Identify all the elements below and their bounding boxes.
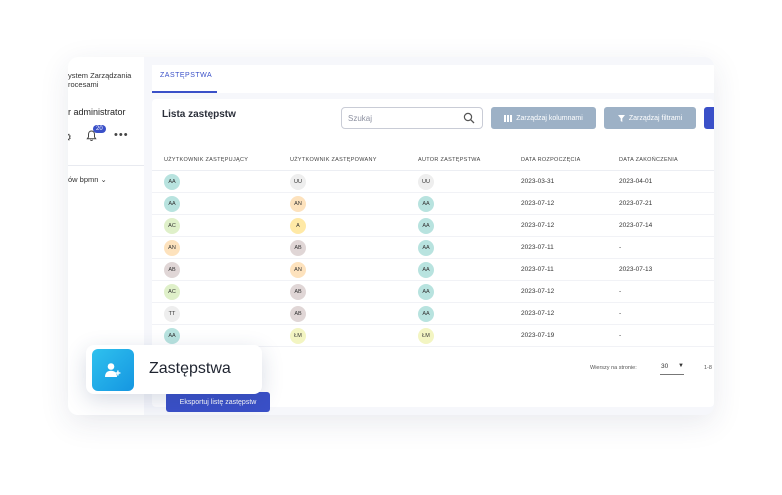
- sidebar-divider: [68, 165, 144, 166]
- manage-filters-label: Zarządzaj filtrami: [628, 114, 683, 122]
- avatar-substituted: AB: [290, 284, 306, 300]
- cell-start-date: 2023-07-12: [521, 222, 555, 229]
- cell-end-date: -: [619, 288, 622, 295]
- active-tab-indicator: [152, 91, 217, 93]
- system-title-line1: ystem Zarządzania: [68, 71, 132, 80]
- sidebar-item-processes[interactable]: ów bpmn ⌄: [68, 175, 107, 184]
- user-plus-icon: [92, 349, 134, 391]
- more-icon[interactable]: •••: [114, 129, 129, 141]
- cell-start-date: 2023-07-11: [521, 244, 554, 251]
- rows-per-page-select[interactable]: 30 ▼: [660, 360, 684, 375]
- avatar-substituted: AB: [290, 240, 306, 256]
- cell-end-date: 2023-04-01: [619, 178, 653, 185]
- cell-end-date: 2023-07-13: [619, 266, 653, 273]
- avatar-substituted: UU: [290, 174, 306, 190]
- avatar-author: AA: [418, 240, 434, 256]
- sidebar-icons: ⚙ 20 •••: [68, 125, 144, 147]
- table-row[interactable]: AB AN AA 2023-07-11 2023-07-13: [152, 259, 714, 281]
- manage-columns-label: Zarządzaj kolumnami: [516, 114, 583, 122]
- avatar-substitute: AB: [164, 262, 180, 278]
- avatar-substitute: AC: [164, 284, 180, 300]
- column-header-substituted[interactable]: UŻYTKOWNIK ZASTĘPOWANY: [290, 157, 377, 163]
- avatar-substituted: AN: [290, 196, 306, 212]
- avatar-substitute: AA: [164, 174, 180, 190]
- settings-icon[interactable]: ⚙: [68, 131, 72, 144]
- cell-end-date: 2023-07-14: [619, 222, 653, 229]
- pagination-range: 1-8: [704, 365, 712, 371]
- manage-filters-button[interactable]: Zarządzaj filtrami: [604, 107, 696, 129]
- avatar-substituted: AB: [290, 306, 306, 322]
- table-row[interactable]: AA ŁM ŁM 2023-07-19 -: [152, 325, 714, 347]
- export-button[interactable]: Eksportuj listę zastępstw: [166, 392, 270, 412]
- column-header-start-date[interactable]: DATA ROZPOCZĘCIA: [521, 157, 581, 163]
- avatar-substitute: AC: [164, 218, 180, 234]
- table-row[interactable]: AA UU UU 2023-03-31 2023-04-01: [152, 171, 714, 193]
- table-row[interactable]: AN AB AA 2023-07-11 -: [152, 237, 714, 259]
- avatar-substitute: AA: [164, 328, 180, 344]
- callout-label: Zastępstwa: [149, 360, 231, 377]
- stage: ystem Zarządzania rocesami r administrat…: [0, 0, 782, 495]
- caret-down-icon: ▼: [678, 363, 684, 369]
- cell-end-date: 2023-07-21: [619, 200, 653, 207]
- table-row[interactable]: TT AB AA 2023-07-12 -: [152, 303, 714, 325]
- avatar-author: ŁM: [418, 328, 434, 344]
- cell-start-date: 2023-07-12: [521, 288, 555, 295]
- table-row[interactable]: AC A AA 2023-07-12 2023-07-14: [152, 215, 714, 237]
- notification-badge: 20: [93, 125, 106, 133]
- avatar-author: AA: [418, 284, 434, 300]
- avatar-author: AA: [418, 218, 434, 234]
- feature-callout: Zastępstwa: [86, 345, 262, 394]
- avatar-substituted: A: [290, 218, 306, 234]
- cell-end-date: -: [619, 332, 622, 339]
- avatar-author: UU: [418, 174, 434, 190]
- cell-start-date: 2023-07-12: [521, 200, 555, 207]
- rows-per-page-value: 30: [661, 363, 669, 370]
- cell-start-date: 2023-07-11: [521, 266, 554, 273]
- avatar-substituted: ŁM: [290, 328, 306, 344]
- card-title: Lista zastępstw: [162, 109, 236, 120]
- rows-per-page-label: Wierszy na stronie:: [590, 365, 637, 371]
- avatar-substitute: AN: [164, 240, 180, 256]
- avatar-author: AA: [418, 262, 434, 278]
- cell-end-date: -: [619, 244, 622, 251]
- search-icon[interactable]: [463, 112, 475, 124]
- column-header-author[interactable]: AUTOR ZASTĘPSTWA: [418, 157, 481, 163]
- avatar-author: AA: [418, 306, 434, 322]
- cell-start-date: 2023-07-19: [521, 332, 555, 339]
- sidebar-item-label: ów bpmn: [68, 175, 99, 184]
- tab-bar: ZASTĘPSTWA: [152, 65, 714, 93]
- table-header: UŻYTKOWNIK ZASTĘPUJĄCY UŻYTKOWNIK ZASTĘP…: [152, 149, 714, 171]
- cell-start-date: 2023-07-12: [521, 310, 555, 317]
- avatar-substitute: TT: [164, 306, 180, 322]
- column-header-substitute[interactable]: UŻYTKOWNIK ZASTĘPUJĄCY: [164, 157, 248, 163]
- column-header-end-date[interactable]: DATA ZAKOŃCZENIA: [619, 157, 678, 163]
- admin-label: r administrator: [68, 107, 126, 117]
- table-row[interactable]: AA AN AA 2023-07-12 2023-07-21: [152, 193, 714, 215]
- cell-start-date: 2023-03-31: [521, 178, 555, 185]
- avatar-substituted: AN: [290, 262, 306, 278]
- avatar-substitute: AA: [164, 196, 180, 212]
- system-title-line2: rocesami: [68, 80, 99, 89]
- manage-columns-button[interactable]: Zarządzaj kolumnami: [491, 107, 596, 129]
- search-field[interactable]: [341, 107, 483, 129]
- tab-substitutions[interactable]: ZASTĘPSTWA: [160, 72, 212, 79]
- columns-icon: [504, 114, 513, 122]
- filter-icon: [617, 114, 625, 122]
- search-input[interactable]: [348, 111, 458, 125]
- chevron-down-icon: ⌄: [100, 175, 107, 184]
- avatar-author: AA: [418, 196, 434, 212]
- table-row[interactable]: AC AB AA 2023-07-12 -: [152, 281, 714, 303]
- cell-end-date: -: [619, 310, 622, 317]
- system-title: ystem Zarządzania rocesami: [68, 71, 144, 89]
- add-substitution-button[interactable]: [704, 107, 714, 129]
